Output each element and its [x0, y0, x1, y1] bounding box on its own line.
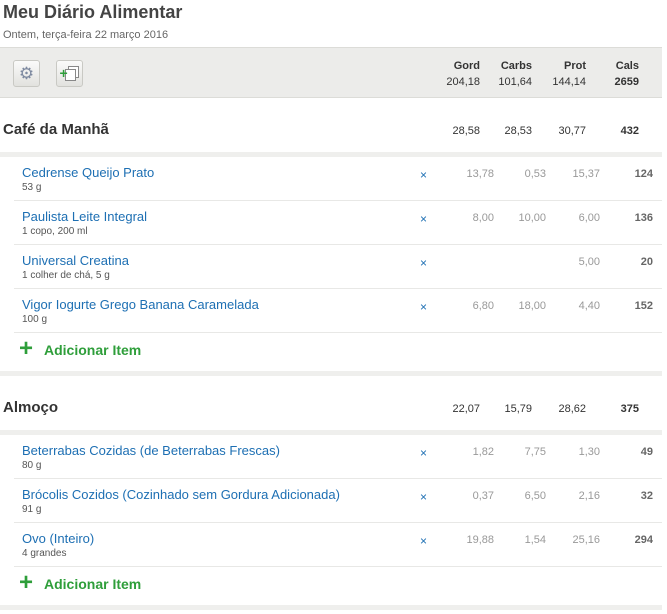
- food-fat: 13,78: [466, 168, 494, 180]
- food-carbs: 10,00: [518, 212, 546, 224]
- food-quantity: 80 g: [22, 460, 42, 471]
- delete-icon[interactable]: ×: [420, 212, 427, 226]
- food-prot: 2,16: [578, 490, 600, 502]
- food-cals: 49: [640, 446, 653, 458]
- delete-icon[interactable]: ×: [420, 490, 427, 504]
- food-prot: 25,16: [572, 534, 600, 546]
- meal-fat: 22,07: [452, 403, 480, 415]
- add-item-label: Adicionar Item: [44, 342, 142, 358]
- page-title: Meu Diário Alimentar: [3, 2, 183, 22]
- header-cals: Cals: [615, 60, 639, 72]
- food-link[interactable]: Cedrense Queijo Prato: [22, 165, 154, 180]
- toolbar: ⚙ + Gord Carbs Prot Cals 204,18 101,64 1…: [0, 47, 662, 98]
- food-carbs: 7,75: [524, 446, 546, 458]
- add-item-label: Adicionar Item: [44, 576, 142, 592]
- meal-prot: 30,77: [558, 125, 586, 137]
- total-prot: 144,14: [552, 76, 586, 88]
- meal-carbs: 15,79: [504, 403, 532, 415]
- food-quantity: 1 copo, 200 ml: [22, 226, 88, 237]
- plus-icon: +: [19, 335, 34, 362]
- delete-icon[interactable]: ×: [420, 168, 427, 182]
- food-prot: 5,00: [578, 256, 600, 268]
- meal-cals: 375: [620, 403, 639, 415]
- food-fat: 8,00: [472, 212, 494, 224]
- food-row: Beterrabas Cozidas (de Beterrabas Fresca…: [14, 435, 662, 479]
- meal-header-lunch: Almoço 22,07 15,79 28,62 375: [0, 382, 662, 432]
- food-cals: 124: [634, 168, 653, 180]
- food-row: Brócolis Cozidos (Cozinhado sem Gordura …: [14, 479, 662, 523]
- food-carbs: 1,54: [524, 534, 546, 546]
- meal-prot: 28,62: [558, 403, 586, 415]
- food-row: Paulista Leite Integral 1 copo, 200 ml ×…: [14, 201, 662, 245]
- meal-title: Café da Manhã: [3, 121, 109, 138]
- food-quantity: 91 g: [22, 504, 42, 515]
- food-prot: 1,30: [578, 446, 600, 458]
- food-row: Cedrense Queijo Prato 53 g × 13,78 0,53 …: [14, 157, 662, 201]
- header-prot: Prot: [564, 60, 586, 72]
- food-link[interactable]: Brócolis Cozidos (Cozinhado sem Gordura …: [22, 487, 340, 502]
- gear-icon: ⚙: [18, 64, 35, 83]
- food-link[interactable]: Beterrabas Cozidas (de Beterrabas Fresca…: [22, 443, 280, 458]
- food-fat: 6,80: [472, 300, 494, 312]
- header-fat: Gord: [453, 60, 480, 72]
- food-link[interactable]: Universal Creatina: [22, 253, 129, 268]
- food-link[interactable]: Vigor Iogurte Grego Banana Caramelada: [22, 297, 259, 312]
- food-cals: 20: [640, 256, 653, 268]
- food-link[interactable]: Paulista Leite Integral: [22, 209, 147, 224]
- food-carbs: 0,53: [524, 168, 546, 180]
- food-link[interactable]: Ovo (Inteiro): [22, 531, 94, 546]
- delete-icon[interactable]: ×: [420, 446, 427, 460]
- food-carbs: 6,50: [524, 490, 546, 502]
- meal-header-breakfast: Café da Manhã 28,58 28,53 30,77 432: [0, 104, 662, 154]
- total-cals: 2659: [614, 76, 639, 88]
- header-carbs: Carbs: [500, 60, 532, 72]
- meal-carbs: 28,53: [504, 125, 532, 137]
- copy-meal-button[interactable]: +: [56, 60, 83, 87]
- food-cals: 136: [634, 212, 653, 224]
- total-carbs: 101,64: [498, 76, 532, 88]
- meal-cals: 432: [620, 125, 639, 137]
- food-row: Ovo (Inteiro) 4 grandes × 19,88 1,54 25,…: [14, 523, 662, 567]
- delete-icon[interactable]: ×: [420, 256, 427, 270]
- food-fat: 1,82: [472, 446, 494, 458]
- food-prot: 4,40: [578, 300, 600, 312]
- food-quantity: 100 g: [22, 314, 48, 325]
- meal-items-breakfast: Cedrense Queijo Prato 53 g × 13,78 0,53 …: [0, 152, 662, 376]
- food-prot: 6,00: [578, 212, 600, 224]
- food-cals: 32: [640, 490, 653, 502]
- settings-button[interactable]: ⚙: [13, 60, 40, 87]
- page-date: Ontem, terça-feira 22 março 2016: [3, 29, 169, 41]
- food-fat: 19,88: [466, 534, 494, 546]
- plus-icon: +: [19, 569, 34, 596]
- meal-fat: 28,58: [452, 125, 480, 137]
- food-quantity: 4 grandes: [22, 548, 67, 559]
- food-cals: 294: [634, 534, 653, 546]
- food-fat: 0,37: [472, 490, 494, 502]
- food-quantity: 53 g: [22, 182, 42, 193]
- delete-icon[interactable]: ×: [420, 534, 427, 548]
- food-carbs: 18,00: [518, 300, 546, 312]
- food-quantity: 1 colher de chá, 5 g: [22, 270, 110, 281]
- food-row: Universal Creatina 1 colher de chá, 5 g …: [14, 245, 662, 289]
- add-item-button[interactable]: + Adicionar Item: [14, 567, 662, 605]
- add-item-button[interactable]: + Adicionar Item: [14, 333, 662, 371]
- delete-icon[interactable]: ×: [420, 300, 427, 314]
- food-row: Vigor Iogurte Grego Banana Caramelada 10…: [14, 289, 662, 333]
- total-fat: 204,18: [446, 76, 480, 88]
- meal-title: Almoço: [3, 399, 59, 416]
- food-prot: 15,37: [572, 168, 600, 180]
- food-cals: 152: [634, 300, 653, 312]
- copy-add-icon: +: [60, 65, 79, 82]
- meal-items-lunch: Beterrabas Cozidas (de Beterrabas Fresca…: [0, 430, 662, 610]
